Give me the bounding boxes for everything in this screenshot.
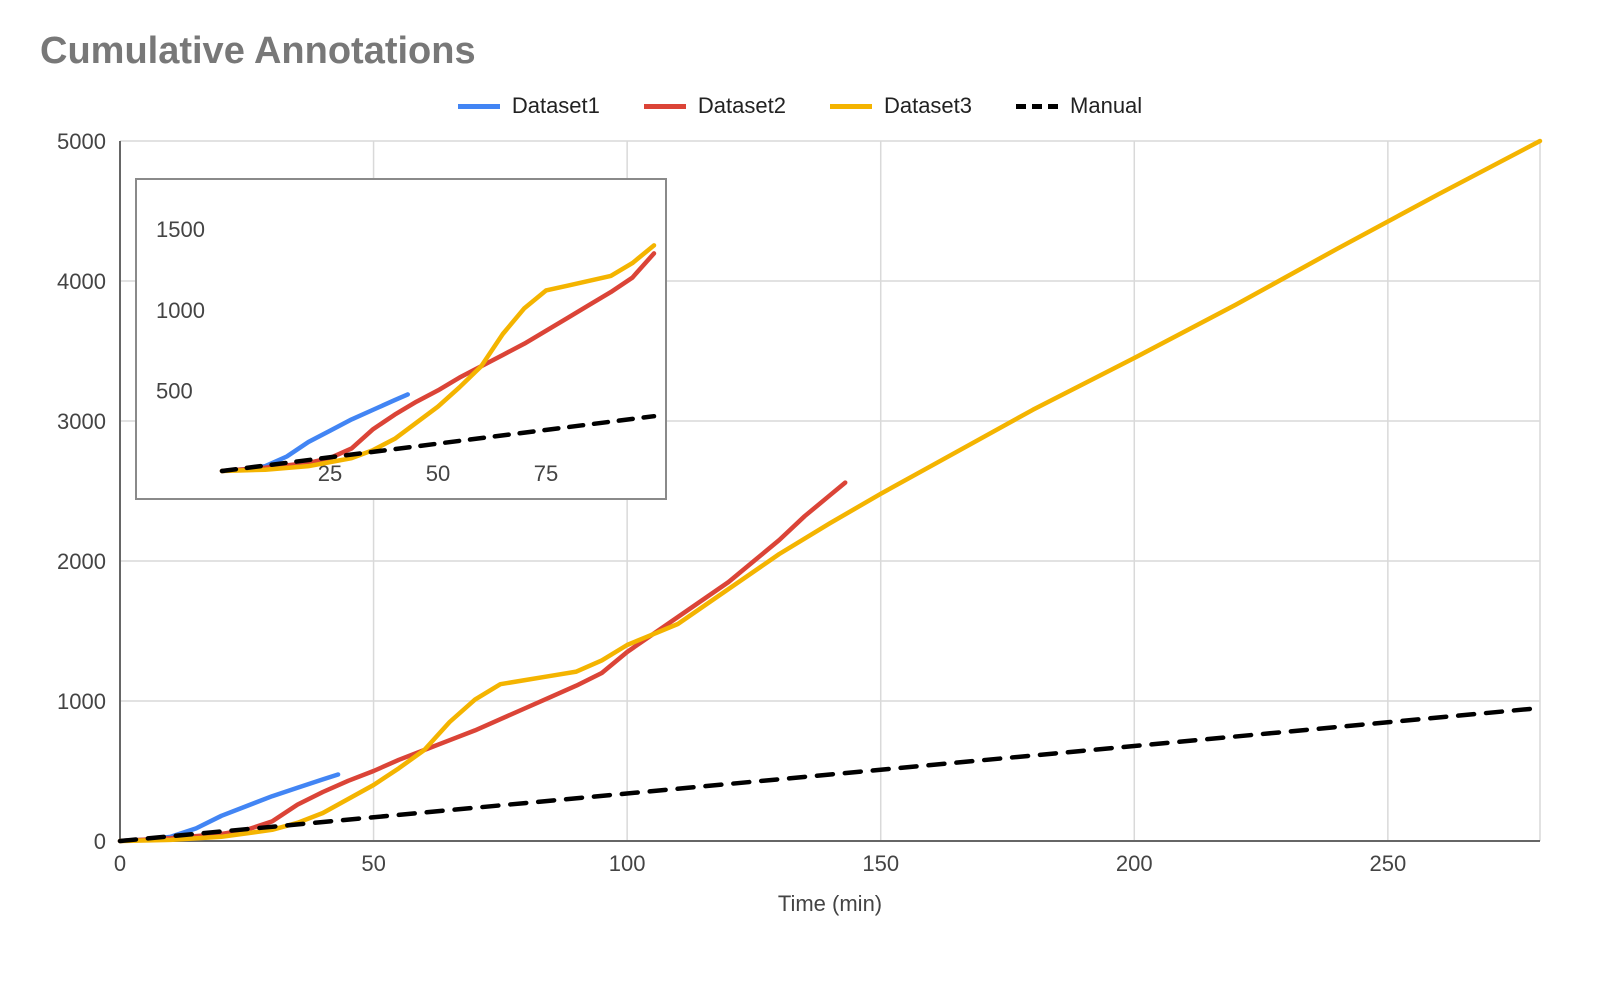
legend-item-dataset1: Dataset1 xyxy=(458,93,600,119)
legend-label-dataset3: Dataset3 xyxy=(884,93,972,119)
legend-label-manual: Manual xyxy=(1070,93,1142,119)
chart-area: 0 50 100 150 200 250 0 1000 2000 3000 4000 5000 Tim… xyxy=(40,125,1560,925)
svg-text:3000: 3000 xyxy=(57,409,106,434)
legend-swatch-dataset1 xyxy=(458,104,500,109)
legend-label-dataset2: Dataset2 xyxy=(698,93,786,119)
main-chart-svg: 0 50 100 150 200 250 0 1000 2000 3000 4000 5000 Tim… xyxy=(40,125,1560,925)
inset-chart: 50010001500255075 xyxy=(136,179,666,499)
chart-page: Cumulative Annotations Dataset1 Dataset2… xyxy=(0,0,1600,985)
svg-text:0: 0 xyxy=(114,851,126,876)
svg-text:150: 150 xyxy=(862,851,899,876)
svg-text:250: 250 xyxy=(1369,851,1406,876)
legend-item-dataset3: Dataset3 xyxy=(830,93,972,119)
svg-text:50: 50 xyxy=(426,461,450,486)
legend-swatch-dataset2 xyxy=(644,104,686,109)
svg-text:4000: 4000 xyxy=(57,269,106,294)
svg-text:1000: 1000 xyxy=(57,689,106,714)
chart-legend: Dataset1 Dataset2 Dataset3 Manual xyxy=(40,93,1560,119)
legend-swatch-manual xyxy=(1016,104,1058,109)
svg-text:0: 0 xyxy=(94,829,106,854)
legend-item-manual: Manual xyxy=(1016,93,1142,119)
svg-text:5000: 5000 xyxy=(57,129,106,154)
svg-text:75: 75 xyxy=(534,461,558,486)
svg-text:50: 50 xyxy=(361,851,385,876)
chart-title: Cumulative Annotations xyxy=(40,30,1560,73)
legend-swatch-dataset3 xyxy=(830,104,872,109)
svg-text:1000: 1000 xyxy=(156,298,205,323)
series-dataset2 xyxy=(120,483,845,841)
legend-label-dataset1: Dataset1 xyxy=(512,93,600,119)
svg-text:500: 500 xyxy=(156,378,193,403)
x-axis-title: Time (min) xyxy=(778,891,882,916)
legend-item-dataset2: Dataset2 xyxy=(644,93,786,119)
svg-text:200: 200 xyxy=(1116,851,1153,876)
svg-text:1500: 1500 xyxy=(156,217,205,242)
svg-text:2000: 2000 xyxy=(57,549,106,574)
svg-text:100: 100 xyxy=(609,851,646,876)
